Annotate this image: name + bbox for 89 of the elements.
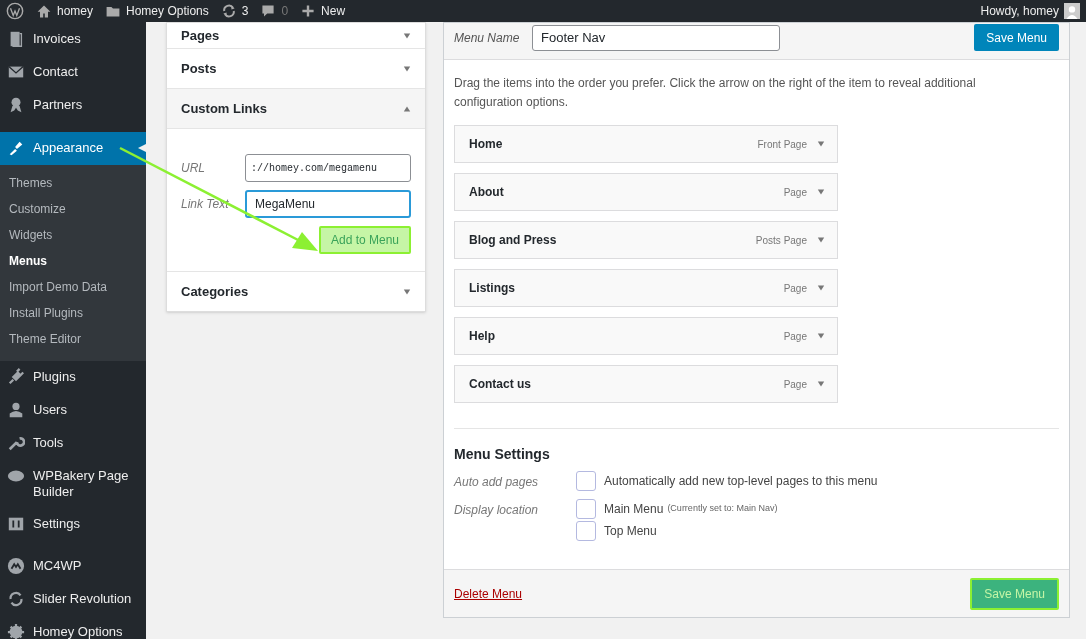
field-label: Menu Name xyxy=(454,29,521,47)
menu-item-type: Page xyxy=(783,377,807,392)
menu-item-bar[interactable]: Home Front Page xyxy=(454,125,838,163)
toolbar-link[interactable]: homey xyxy=(36,2,94,20)
sidebar-item[interactable]: Appearance xyxy=(0,132,146,165)
sidebar-item[interactable]: WPBakery Page Builder xyxy=(0,460,146,508)
menu-item-title: Home xyxy=(469,136,503,153)
instruction-text: Drag the items into the order you prefer. Click the arrow on the right of the item to reveal additional configuration options. xyxy=(454,75,977,111)
toolbar-link[interactable]: Homey Options xyxy=(105,2,209,20)
expand-arrow-icon xyxy=(403,31,411,40)
setting-label: Display location xyxy=(454,502,540,519)
checkbox[interactable] xyxy=(576,499,596,519)
submenu-item[interactable]: Menus xyxy=(0,248,146,274)
menu-item-type: Page xyxy=(783,185,807,200)
accordion-header[interactable]: Pages xyxy=(167,23,425,48)
expand-arrow-icon xyxy=(403,287,411,296)
paintbrush-icon xyxy=(7,139,25,157)
user-icon xyxy=(7,401,25,419)
link-text-field[interactable]: MegaMenu xyxy=(245,190,411,218)
field-label: Link Text xyxy=(181,196,230,213)
menu-item-title: Listings xyxy=(469,280,515,297)
refresh-icon xyxy=(7,590,25,608)
account-link[interactable]: Howdy, homey xyxy=(980,2,1080,20)
sidebar-item[interactable]: Invoices xyxy=(0,23,146,56)
expand-arrow-icon xyxy=(817,140,825,148)
save-menu-button[interactable]: Save Menu xyxy=(974,24,1059,51)
accordion-header[interactable]: Posts xyxy=(167,48,425,88)
sidebar-item[interactable]: Homey Options xyxy=(0,616,146,639)
plus-icon xyxy=(300,3,317,19)
submenu-item[interactable]: Themes xyxy=(0,170,146,196)
sidebar-item[interactable]: Tools xyxy=(0,427,146,460)
avatar-icon xyxy=(1064,3,1080,19)
sidebar-item[interactable]: Users xyxy=(0,394,146,427)
menu-item-bar[interactable]: Listings Page xyxy=(454,269,838,307)
accordion-header[interactable]: Categories xyxy=(167,271,425,311)
collapse-arrow-icon xyxy=(403,104,411,113)
menu-item-type: Front Page xyxy=(757,137,807,152)
submenu-item[interactable]: Import Demo Data xyxy=(0,274,146,300)
menu-item-type: Page xyxy=(783,281,807,296)
settings-icon xyxy=(7,515,25,533)
accordion-header[interactable]: Custom Links xyxy=(167,88,425,128)
checkbox[interactable] xyxy=(576,471,596,491)
menu-name-field[interactable]: Footer Nav xyxy=(532,24,780,51)
setting-label: Auto add pages xyxy=(454,474,540,491)
sidebar-item[interactable]: Partners xyxy=(0,89,146,122)
checkbox[interactable] xyxy=(576,521,596,541)
submenu-item[interactable]: Customize xyxy=(0,196,146,222)
home-icon xyxy=(36,3,52,19)
submenu-item[interactable]: Install Plugins xyxy=(0,300,146,326)
section-heading: Menu Settings xyxy=(454,445,551,464)
expand-arrow-icon xyxy=(817,332,825,340)
expand-arrow-icon xyxy=(817,380,825,388)
menu-item-title: About xyxy=(469,184,504,201)
submenu-item[interactable]: Widgets xyxy=(0,222,146,248)
sidebar-item[interactable]: Contact xyxy=(0,56,146,89)
menu-item-bar[interactable]: About Page xyxy=(454,173,838,211)
menu-item-type: Page xyxy=(783,329,807,344)
sidebar-item[interactable]: Slider Revolution xyxy=(0,583,146,616)
location-note: (Currently set to: Main Nav) xyxy=(667,502,778,516)
gear-icon xyxy=(7,623,25,639)
menu-item-title: Blog and Press xyxy=(469,232,557,249)
field-label: URL xyxy=(181,160,206,177)
menu-item-type: Posts Page xyxy=(755,233,807,248)
menu-item-bar[interactable]: Blog and Press Posts Page xyxy=(454,221,838,259)
toolbar-link[interactable]: New xyxy=(300,2,346,20)
badge-icon xyxy=(7,557,25,575)
expand-arrow-icon xyxy=(817,236,825,244)
comment-icon xyxy=(260,3,277,19)
wordpress-logo-icon xyxy=(6,2,24,20)
checkbox-label: Top Menu xyxy=(604,523,657,540)
url-field[interactable]: ://homey.com/megamenu xyxy=(245,154,411,182)
plug-icon xyxy=(7,368,25,386)
sidebar-item[interactable]: Settings xyxy=(0,508,146,541)
sidebar-item[interactable]: Plugins xyxy=(0,361,146,394)
menu-item-title: Contact us xyxy=(469,376,531,393)
expand-arrow-icon xyxy=(817,188,825,196)
checkbox-label: Main Menu xyxy=(604,501,664,518)
menu-item-bar[interactable]: Help Page xyxy=(454,317,838,355)
sidebar-item[interactable]: MC4WP xyxy=(0,550,146,583)
submenu-item[interactable]: Theme Editor xyxy=(0,326,146,352)
checkbox-label: Automatically add new top-level pages to this menu xyxy=(604,473,878,490)
wrench-icon xyxy=(7,434,25,452)
expand-arrow-icon xyxy=(403,64,411,73)
toolbar-link[interactable]: 3 xyxy=(220,2,249,20)
expand-arrow-icon xyxy=(817,284,825,292)
refresh-icon xyxy=(220,3,237,19)
menu-item-title: Help xyxy=(469,328,495,345)
delete-menu-link[interactable]: Delete Menu xyxy=(454,584,523,603)
menu-item-bar[interactable]: Contact us Page xyxy=(454,365,838,403)
